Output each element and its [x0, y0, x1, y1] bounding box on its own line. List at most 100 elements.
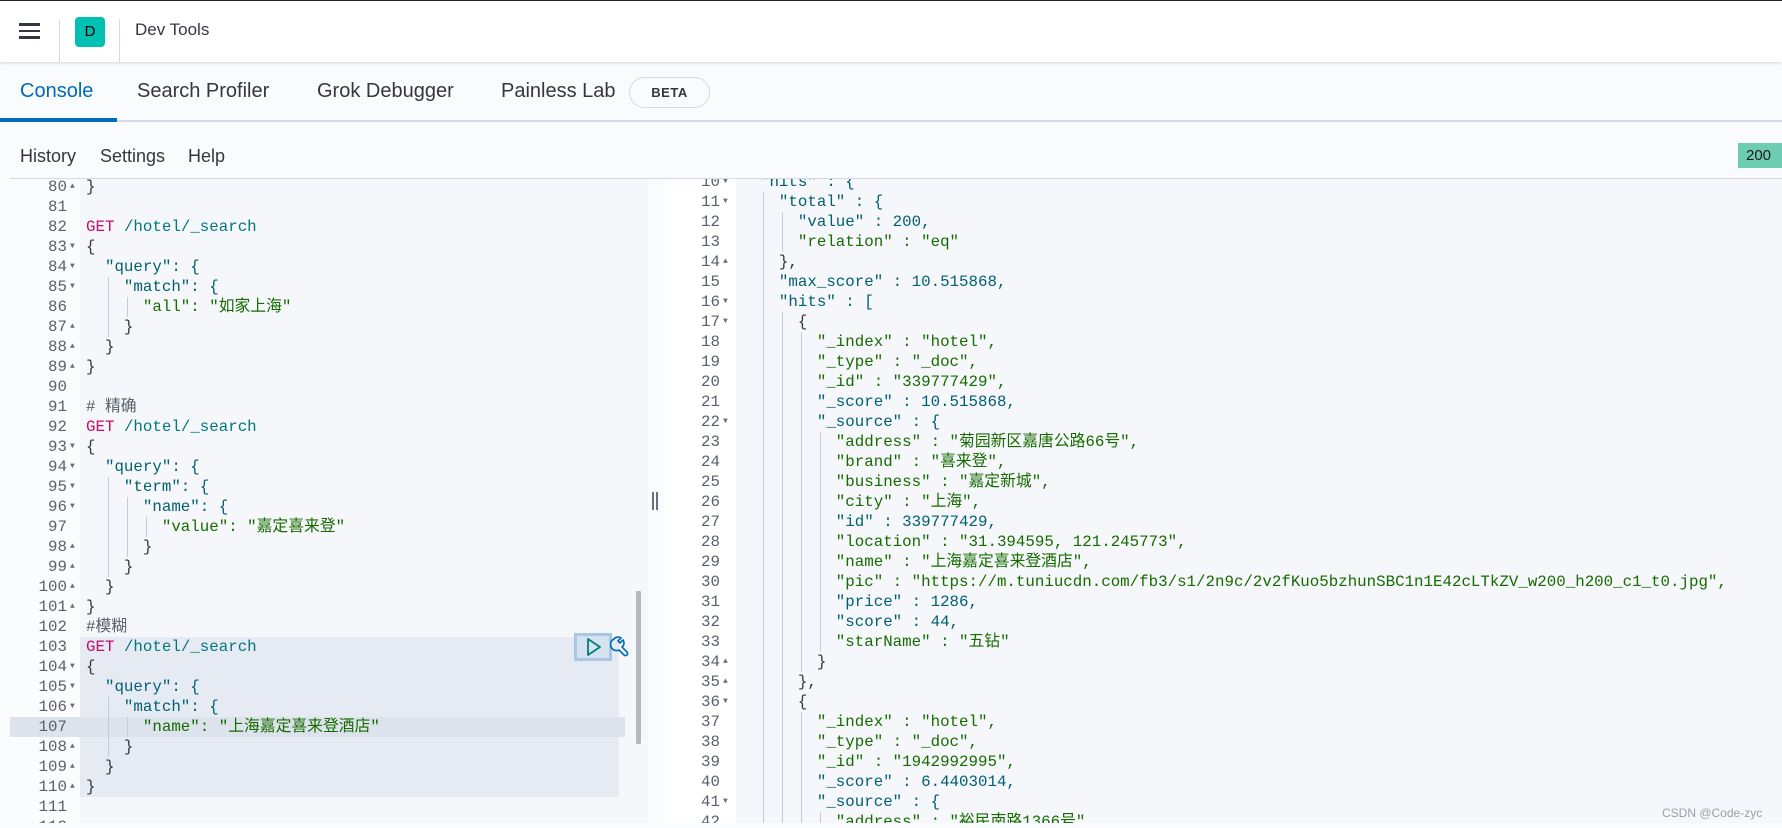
- tab-console[interactable]: Console: [20, 80, 93, 103]
- code-line[interactable]: 87 ▲ }: [10, 317, 648, 337]
- code-line[interactable]: 88 ▲ }: [10, 337, 648, 357]
- fold-down-icon[interactable]: ▼: [70, 497, 75, 517]
- code-line[interactable]: 89 ▲}: [10, 357, 648, 377]
- fold-up-icon[interactable]: ▲: [70, 557, 75, 577]
- code-line[interactable]: 107 "name": "上海嘉定喜来登酒店": [10, 717, 648, 737]
- tab-grok-debugger[interactable]: Grok Debugger: [317, 80, 454, 103]
- fold-down-icon[interactable]: ▼: [70, 257, 75, 277]
- code-line[interactable]: 97 "value": "嘉定喜来登": [10, 517, 648, 537]
- fold-down-icon[interactable]: ▼: [70, 457, 75, 477]
- fold-down-icon[interactable]: ▼: [723, 292, 728, 312]
- menu-icon[interactable]: [19, 23, 40, 39]
- fold-down-icon[interactable]: ▼: [723, 192, 728, 212]
- fold-up-icon[interactable]: ▲: [70, 179, 75, 197]
- fold-up-icon[interactable]: ▲: [70, 597, 75, 617]
- fold-up-icon[interactable]: ▲: [70, 357, 75, 377]
- code-line[interactable]: 16 ▼ "hits" : [: [648, 292, 1782, 312]
- fold-up-icon[interactable]: ▲: [723, 652, 728, 672]
- fold-down-icon[interactable]: ▼: [70, 277, 75, 297]
- code-line[interactable]: 80 ▲}: [10, 179, 648, 197]
- code-line[interactable]: 42 "address" : "裕民南路1366号",: [648, 812, 1782, 823]
- code-line[interactable]: 29 "name" : "上海嘉定喜来登酒店",: [648, 552, 1782, 572]
- fold-up-icon[interactable]: ▲: [70, 317, 75, 337]
- space-avatar[interactable]: D: [75, 17, 105, 47]
- code-line[interactable]: 26 "city" : "上海",: [648, 492, 1782, 512]
- fold-down-icon[interactable]: ▼: [723, 692, 728, 712]
- code-line[interactable]: 104 ▼ {: [10, 657, 648, 677]
- code-line[interactable]: 81: [10, 197, 648, 217]
- code-line[interactable]: 101 ▲}: [10, 597, 648, 617]
- code-line[interactable]: 17 ▼ {: [648, 312, 1782, 332]
- code-line[interactable]: 30 "pic" : "https://m.tuniucdn.com/fb3/s…: [648, 572, 1782, 592]
- code-line[interactable]: 92 GET /hotel/_search: [10, 417, 648, 437]
- fold-down-icon[interactable]: ▼: [70, 657, 75, 677]
- code-line[interactable]: 11 ▼ "total" : {: [648, 192, 1782, 212]
- tab-search-profiler[interactable]: Search Profiler: [137, 80, 269, 103]
- code-line[interactable]: 93 ▼ {: [10, 437, 648, 457]
- fold-up-icon[interactable]: ▲: [723, 252, 728, 272]
- fold-up-icon[interactable]: ▲: [723, 672, 728, 692]
- request-editor[interactable]: 80 ▲} 81 82 GET /hotel/_search 83 ▼{84 ▼ "query…: [10, 178, 648, 823]
- code-line[interactable]: 102 #模糊: [10, 617, 648, 637]
- fold-up-icon[interactable]: ▲: [70, 537, 75, 557]
- code-line[interactable]: 32 "score" : 44,: [648, 612, 1782, 632]
- fold-down-icon[interactable]: ▼: [70, 677, 75, 697]
- fold-down-icon[interactable]: ▼: [723, 312, 728, 332]
- pane-resize-handle[interactable]: [652, 492, 660, 510]
- code-line[interactable]: 96 ▼ "name": {: [10, 497, 648, 517]
- response-viewer[interactable]: 10 ▼ "hits" : {11 ▼ "total" : {12 "value" …: [648, 178, 1782, 823]
- fold-down-icon[interactable]: ▼: [723, 792, 728, 812]
- code-line[interactable]: 110 ▲}: [10, 777, 648, 797]
- code-line[interactable]: 38 "_type" : "_doc",: [648, 732, 1782, 752]
- code-line[interactable]: 85 ▼ "match": {: [10, 277, 648, 297]
- fold-up-icon[interactable]: ▲: [70, 777, 75, 797]
- fold-down-icon[interactable]: ▼: [70, 437, 75, 457]
- code-line[interactable]: 10 ▼ "hits" : {: [648, 179, 1782, 192]
- code-line[interactable]: 28 "location" : "31.394595, 121.245773",: [648, 532, 1782, 552]
- code-line[interactable]: 21 "_score" : 10.515868,: [648, 392, 1782, 412]
- code-line[interactable]: 99 ▲ }: [10, 557, 648, 577]
- fold-down-icon[interactable]: ▼: [70, 477, 75, 497]
- code-line[interactable]: 23 "address" : "菊园新区嘉唐公路66号",: [648, 432, 1782, 452]
- fold-up-icon[interactable]: ▲: [70, 337, 75, 357]
- code-line[interactable]: 31 "price" : 1286,: [648, 592, 1782, 612]
- code-line[interactable]: 33 "starName" : "五钻": [648, 632, 1782, 652]
- code-line[interactable]: 24 "brand" : "喜来登",: [648, 452, 1782, 472]
- code-line[interactable]: 84 ▼ "query": {: [10, 257, 648, 277]
- code-line[interactable]: 22 ▼ "_source" : {: [648, 412, 1782, 432]
- code-line[interactable]: 90: [10, 377, 648, 397]
- code-line[interactable]: 83 ▼ {: [10, 237, 648, 257]
- settings-button[interactable]: Settings: [100, 146, 165, 167]
- code-line[interactable]: 112: [10, 817, 648, 823]
- code-line[interactable]: 27 "id" : 339777429,: [648, 512, 1782, 532]
- code-line[interactable]: 18 "_index" : "hotel",: [648, 332, 1782, 352]
- editor-scrollbar[interactable]: [636, 591, 641, 744]
- code-line[interactable]: 91 # 精确: [10, 397, 648, 417]
- code-line[interactable]: 25 "business" : "嘉定新城",: [648, 472, 1782, 492]
- tab-painless-lab[interactable]: Painless Lab: [501, 80, 616, 103]
- code-line[interactable]: 12 "value" : 200,: [648, 212, 1782, 232]
- code-line[interactable]: 111: [10, 797, 648, 817]
- code-line[interactable]: 15 "max_score" : 10.515868,: [648, 272, 1782, 292]
- fold-down-icon[interactable]: ▼: [723, 412, 728, 432]
- fold-down-icon[interactable]: ▼: [723, 179, 728, 192]
- code-line[interactable]: 108 ▲ }: [10, 737, 648, 757]
- code-line[interactable]: 36 ▼ {: [648, 692, 1782, 712]
- code-line[interactable]: 100 ▲ }: [10, 577, 648, 597]
- code-line[interactable]: 94 ▼ "query": {: [10, 457, 648, 477]
- code-line[interactable]: 35 ▲ },: [648, 672, 1782, 692]
- code-line[interactable]: 106 ▼ "match": {: [10, 697, 648, 717]
- code-line[interactable]: 98 ▲ }: [10, 537, 648, 557]
- fold-down-icon[interactable]: ▼: [70, 697, 75, 717]
- help-button[interactable]: Help: [188, 146, 225, 167]
- send-request-button[interactable]: [574, 633, 612, 661]
- fold-up-icon[interactable]: ▲: [70, 577, 75, 597]
- code-line[interactable]: 82 GET /hotel/_search: [10, 217, 648, 237]
- fold-down-icon[interactable]: ▼: [70, 237, 75, 257]
- code-line[interactable]: 40 "_score" : 6.4403014,: [648, 772, 1782, 792]
- code-line[interactable]: 109 ▲ }: [10, 757, 648, 777]
- request-options-button[interactable]: [609, 633, 632, 661]
- code-line[interactable]: 95 ▼ "term": {: [10, 477, 648, 497]
- code-line[interactable]: 103 GET /hotel/_search: [10, 637, 648, 657]
- code-line[interactable]: 34 ▲ }: [648, 652, 1782, 672]
